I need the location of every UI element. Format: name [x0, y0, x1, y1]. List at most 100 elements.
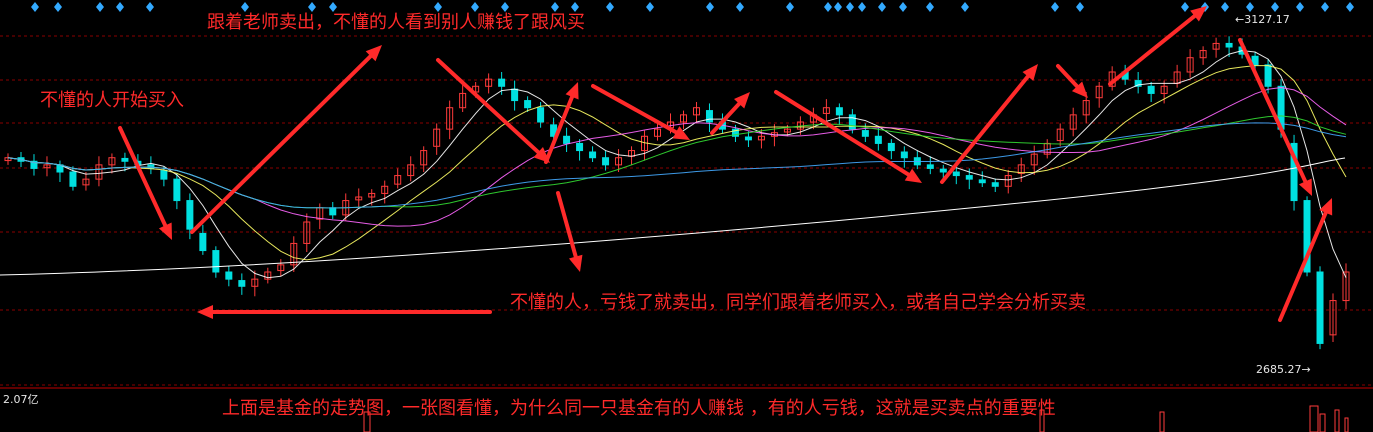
volume-bar — [1309, 405, 1319, 432]
signal-marker — [878, 2, 886, 12]
candle-body — [978, 179, 986, 184]
candle-body — [589, 151, 597, 159]
candle-body — [147, 164, 155, 169]
candle-body — [1225, 42, 1233, 48]
candle-body — [225, 271, 233, 280]
signal-marker — [858, 2, 866, 12]
candle-body — [874, 135, 882, 144]
candle-body — [563, 135, 571, 144]
candle-body — [835, 107, 843, 116]
ma10-line — [7, 65, 1347, 261]
signal-marker — [434, 2, 442, 12]
candle-body — [537, 107, 545, 123]
candle-body — [199, 232, 207, 252]
candle-body — [965, 175, 973, 180]
candle-body — [511, 88, 519, 102]
signal-marker — [1271, 2, 1279, 12]
candle-body — [576, 142, 584, 152]
candle-body — [329, 207, 337, 216]
candle-body — [524, 100, 532, 109]
signal-marker — [706, 2, 714, 12]
signal-marker — [146, 2, 154, 12]
volume-bar — [1159, 411, 1165, 432]
annotation-arrow-shaft — [940, 74, 1030, 184]
candle-body — [160, 170, 168, 180]
ma30-line — [7, 115, 1347, 209]
candle-body — [1316, 271, 1324, 344]
volume-label: 2.07亿 — [3, 393, 39, 406]
candle-body — [887, 142, 895, 152]
ma120-line — [0, 157, 1346, 276]
signal-marker — [1321, 2, 1329, 12]
signal-marker — [1181, 2, 1189, 12]
candle-body — [926, 164, 934, 169]
annotation-arrow-shaft — [118, 126, 168, 228]
signal-marker — [501, 2, 509, 12]
candle-body — [498, 78, 506, 87]
candle-body — [848, 114, 856, 130]
signal-marker — [551, 2, 559, 12]
signal-marker — [736, 2, 744, 12]
signal-marker — [926, 2, 934, 12]
signal-marker — [1221, 2, 1229, 12]
volume-bar — [1334, 409, 1340, 432]
signal-marker — [824, 2, 832, 12]
signal-marker — [846, 2, 854, 12]
signal-marker — [31, 2, 39, 12]
candle-body — [212, 250, 220, 273]
signal-marker — [116, 2, 124, 12]
annotation-arrow-shaft — [556, 191, 578, 259]
annotation-middle: 不懂的人，亏钱了就卖出，同学们跟着老师买入，或者自己学会分析买卖 — [510, 292, 1086, 313]
candle-body — [602, 157, 610, 166]
candle-body — [939, 168, 947, 173]
candle-body — [173, 178, 181, 202]
candlestick-chart — [0, 2, 1373, 432]
signal-marker — [786, 2, 794, 12]
annotation-arrow-head — [565, 82, 579, 100]
signal-marker — [308, 2, 316, 12]
candle-body — [991, 182, 999, 187]
candle-body — [861, 130, 869, 137]
volume-bar — [1344, 417, 1349, 432]
ma5-line — [7, 50, 1347, 279]
signal-marker — [1296, 2, 1304, 12]
annotation-bottom: 上面是基金的走势图，一张图看懂，为什么同一只基金有的人赚钱 ，有的人亏钱，这就是… — [222, 398, 1056, 419]
annotation-arrow-head — [197, 305, 213, 319]
annotation-arrow-shaft — [544, 94, 575, 164]
signal-marker — [1076, 2, 1084, 12]
candle-body — [1147, 85, 1155, 94]
signal-marker — [1051, 2, 1059, 12]
annotation-arrow-shaft — [1108, 14, 1197, 86]
annotation-left: 不懂的人开始买入 — [40, 90, 184, 111]
signal-marker — [471, 2, 479, 12]
signal-marker — [646, 2, 654, 12]
signal-marker — [834, 2, 842, 12]
candle-body — [1264, 64, 1272, 87]
annotation-top: 跟着老师卖出，不懂的人看到别人赚钱了跟风买 — [207, 12, 585, 33]
signal-marker — [54, 2, 62, 12]
signal-marker — [899, 2, 907, 12]
signal-marker — [961, 2, 969, 12]
signal-marker — [1346, 2, 1354, 12]
signal-marker — [329, 2, 337, 12]
kline-chart-window: 跟着老师卖出，不懂的人看到别人赚钱了跟风买 不懂的人开始买入 不懂的人，亏钱了就… — [0, 0, 1373, 432]
candle-body — [705, 110, 713, 123]
signal-marker — [571, 2, 579, 12]
high-price-value: 3127.17 — [1244, 13, 1290, 26]
candle-body — [121, 157, 129, 162]
low-price-label: 2685.27→ — [1256, 363, 1311, 376]
candle-body — [186, 200, 194, 230]
signal-marker — [96, 2, 104, 12]
signal-marker — [1246, 2, 1254, 12]
annotation-arrow-head — [568, 254, 583, 272]
candle-body — [238, 280, 246, 287]
high-price-label: ←3127.17 — [1235, 13, 1290, 26]
ma20-line — [7, 86, 1347, 227]
volume-bar — [1319, 413, 1326, 432]
annotation-arrow-shaft — [1056, 64, 1080, 89]
annotation-arrow-shaft — [436, 58, 541, 155]
signal-marker — [241, 2, 249, 12]
candle-body — [744, 136, 752, 141]
candle-body — [69, 171, 77, 187]
low-price-value: 2685.27 — [1256, 363, 1302, 376]
